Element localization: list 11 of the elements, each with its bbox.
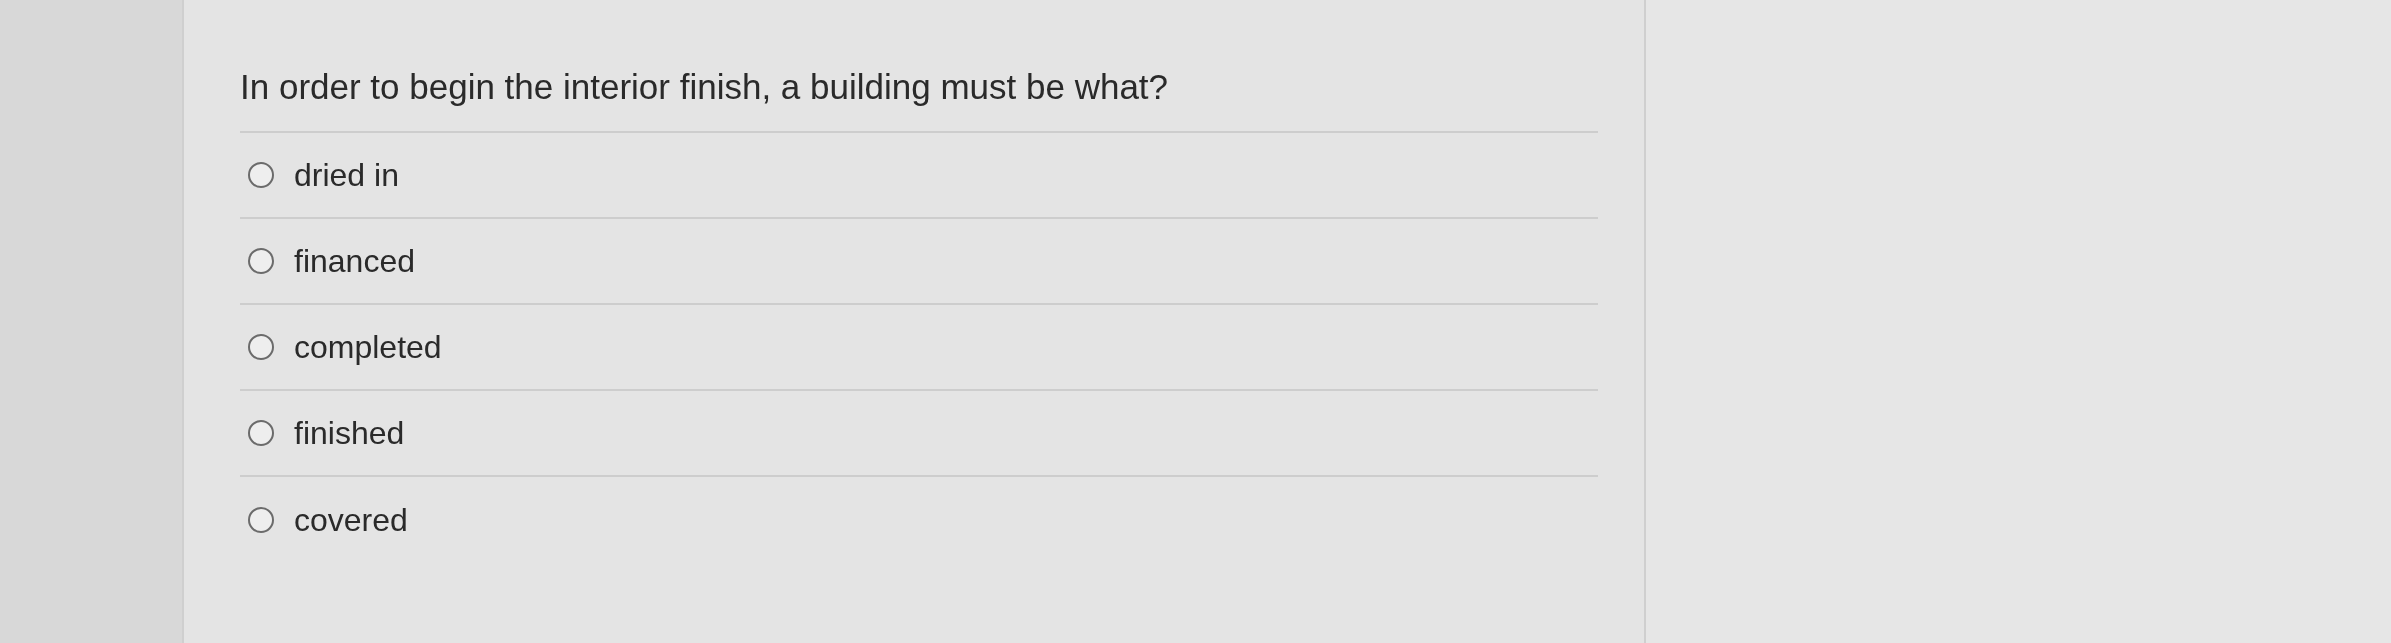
radio-button[interactable] xyxy=(248,162,274,188)
radio-button[interactable] xyxy=(248,420,274,446)
radio-button[interactable] xyxy=(248,334,274,360)
radio-button[interactable] xyxy=(248,507,274,533)
option-label: completed xyxy=(294,328,442,367)
radio-button[interactable] xyxy=(248,248,274,274)
option-label: covered xyxy=(294,501,408,540)
question-text: In order to begin the interior finish, a building must be what? xyxy=(240,64,1598,133)
option-label: finished xyxy=(294,414,405,453)
option-label: dried in xyxy=(294,156,399,195)
option-label: financed xyxy=(294,242,415,281)
